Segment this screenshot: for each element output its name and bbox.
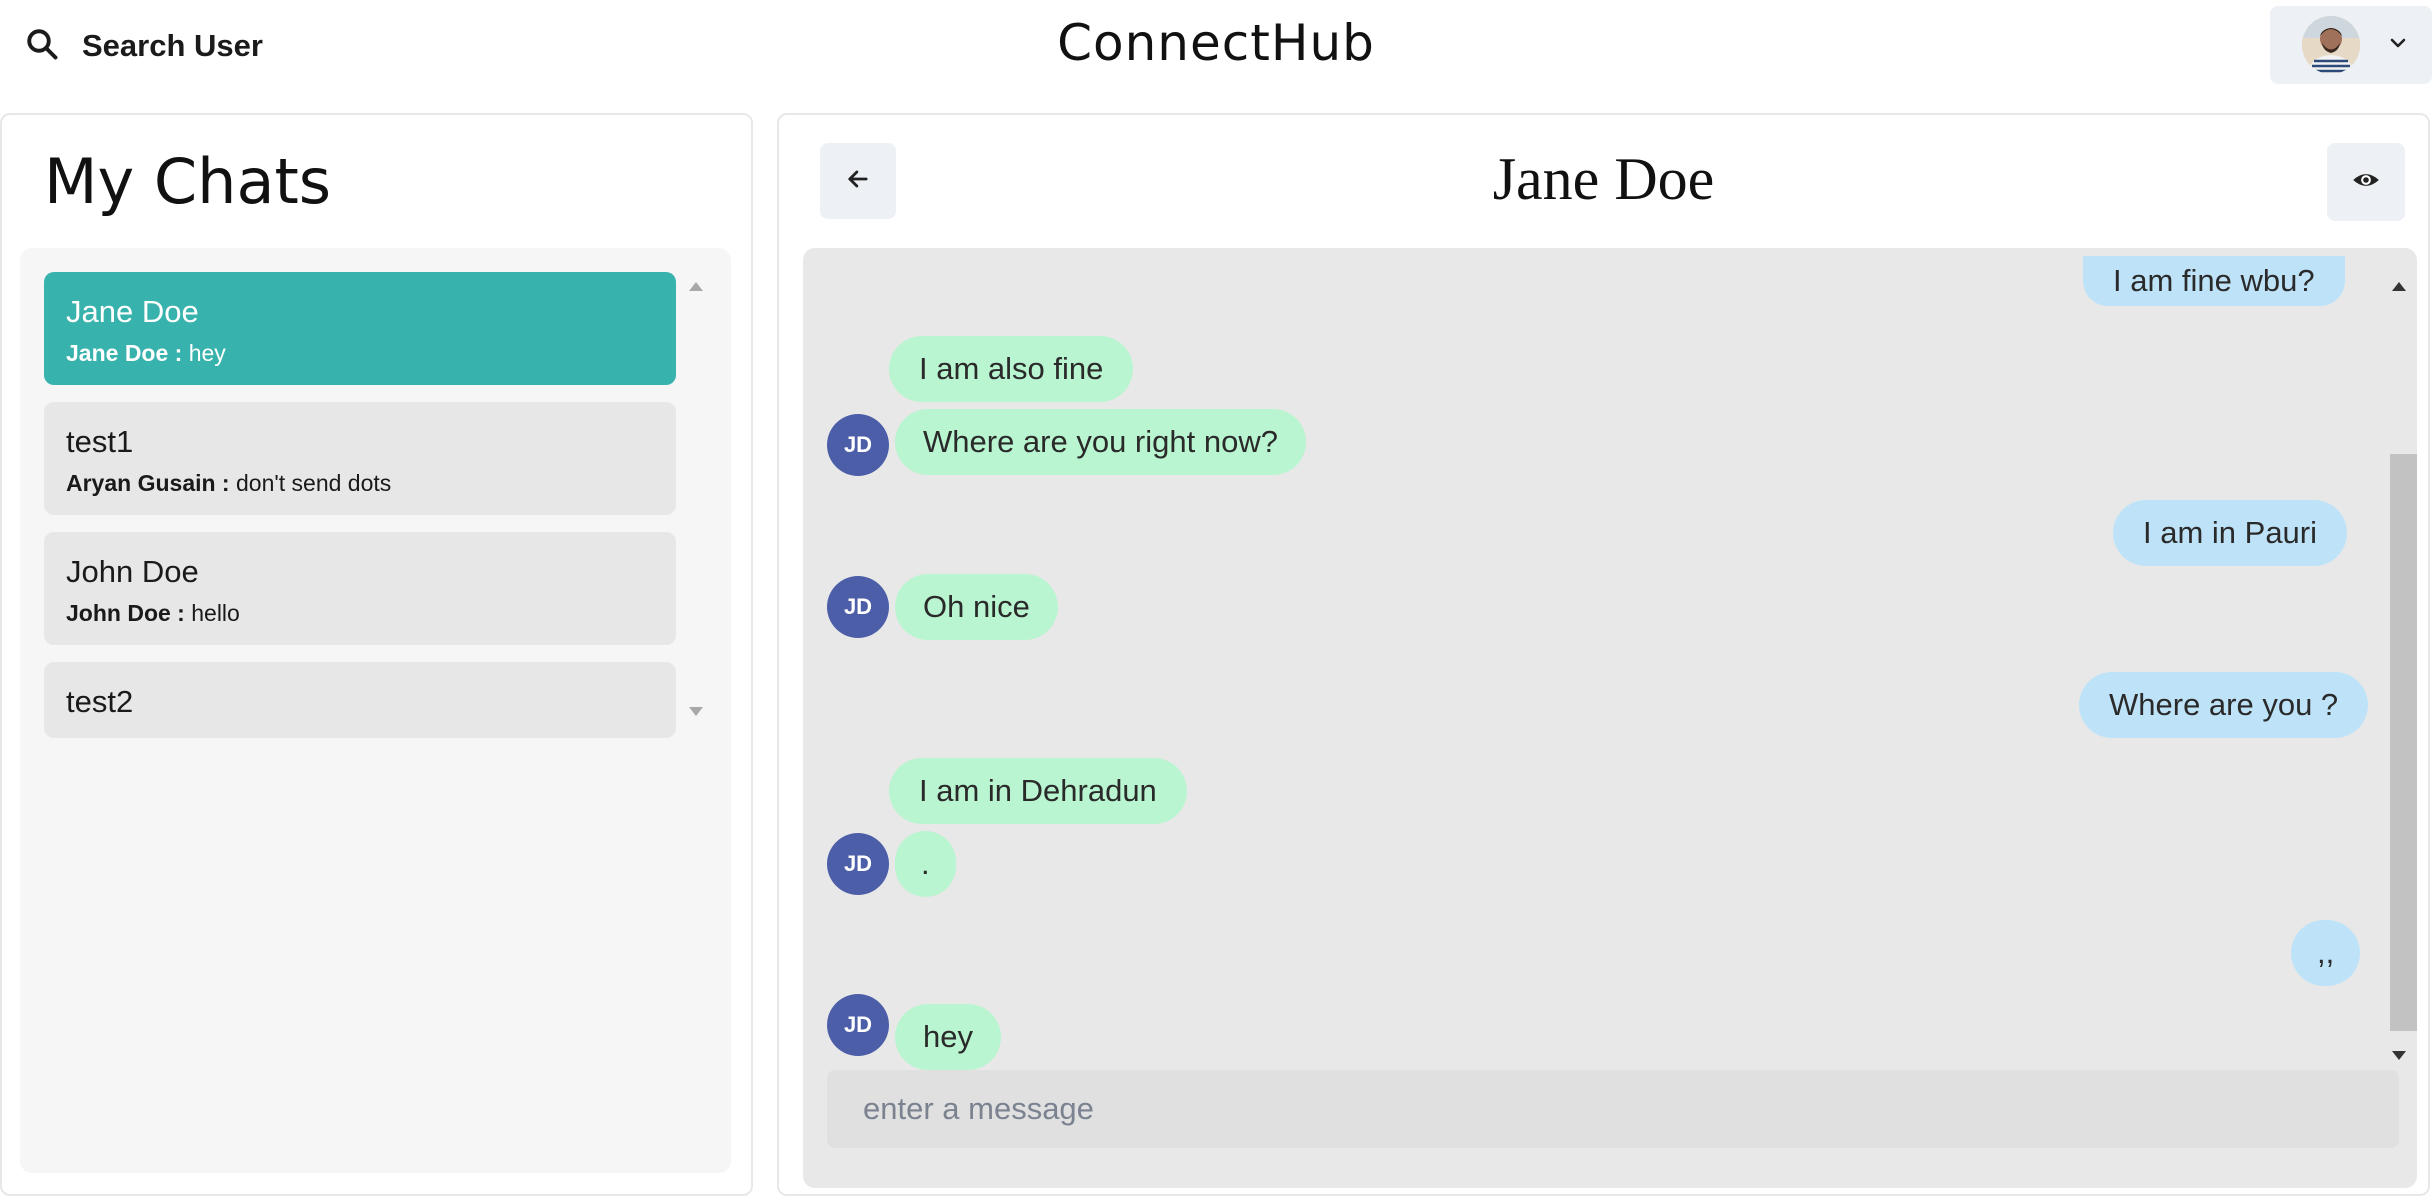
message-bubble-outgoing: Where are you ?: [2079, 672, 2369, 738]
scroll-down-arrow-icon[interactable]: [2392, 1051, 2406, 1060]
top-bar: Search User ConnectHub: [0, 0, 2432, 90]
chat-list: Jane Doe Jane Doe : hey test1 Aryan Gusa…: [44, 272, 676, 738]
message-bubble-incoming: .: [895, 831, 956, 897]
chat-latest-message: Aryan Gusain : don't send dots: [66, 470, 654, 497]
sender-avatar[interactable]: JD: [827, 994, 889, 1056]
chat-name: Jane Doe: [66, 294, 199, 329]
scroll-up-arrow-icon[interactable]: [2392, 282, 2406, 291]
scrollbar-thumb[interactable]: [2390, 454, 2417, 1031]
chat-item-test1[interactable]: test1 Aryan Gusain : don't send dots: [44, 402, 676, 515]
message-input[interactable]: [827, 1070, 2399, 1148]
message-bubble-incoming: Oh nice: [895, 574, 1058, 640]
chat-latest-text: don't send dots: [236, 470, 392, 496]
message-bubble-incoming: Where are you right now?: [895, 409, 1306, 475]
chat-name: test2: [66, 684, 134, 719]
view-profile-button[interactable]: [2327, 143, 2405, 221]
chevron-down-icon: [2386, 31, 2410, 60]
messages-area: I am fine wbu? I am also fine JD Where a…: [803, 248, 2417, 1188]
app-title: ConnectHub: [1057, 14, 1375, 72]
chat-latest-sender: Jane Doe :: [66, 340, 183, 366]
messages-scrollbar[interactable]: [2383, 272, 2417, 1068]
chat-item-test2[interactable]: test2: [44, 662, 676, 738]
chat-list-container: Jane Doe Jane Doe : hey test1 Aryan Gusa…: [20, 248, 731, 1173]
chat-item-jane-doe[interactable]: Jane Doe Jane Doe : hey: [44, 272, 676, 385]
chat-name: test1: [66, 424, 134, 459]
chat-item-john-doe[interactable]: John Doe John Doe : hello: [44, 532, 676, 645]
chat-latest-sender: John Doe :: [66, 600, 185, 626]
message-bubble-outgoing: I am in Pauri: [2113, 500, 2348, 566]
chat-name: John Doe: [66, 554, 199, 589]
message-bubble-incoming: hey: [895, 1004, 1001, 1070]
chat-latest-sender: Aryan Gusain :: [66, 470, 230, 496]
chat-latest-message: Jane Doe : hey: [66, 340, 654, 367]
conversation-panel: Jane Doe I am fine wbu? I am also fine J…: [777, 113, 2430, 1196]
conversation-title: Jane Doe: [1492, 146, 1715, 212]
chat-latest-text: hey: [188, 340, 226, 366]
scroll-up-arrow-icon[interactable]: [689, 282, 703, 291]
chat-latest-message: John Doe : hello: [66, 600, 654, 627]
message-bubble-incoming: I am in Dehradun: [889, 758, 1187, 824]
my-chats-title: My Chats: [44, 145, 332, 218]
message-bubble-outgoing: ,,: [2291, 920, 2361, 986]
my-chats-panel: My Chats Jane Doe Jane Doe : hey test1 A…: [0, 113, 753, 1196]
eye-icon: [2352, 166, 2380, 199]
message-bubble-incoming: I am also fine: [889, 336, 1134, 402]
scroll-down-arrow-icon[interactable]: [689, 707, 703, 716]
chat-list-scrollbar[interactable]: [680, 272, 710, 730]
chat-latest-text: hello: [191, 600, 240, 626]
sender-avatar[interactable]: JD: [827, 833, 889, 895]
user-avatar: [2302, 16, 2360, 74]
sender-avatar[interactable]: JD: [827, 414, 889, 476]
message-bubble-outgoing: I am fine wbu?: [2083, 256, 2345, 306]
sender-avatar[interactable]: JD: [827, 576, 889, 638]
profile-menu-button[interactable]: [2270, 6, 2432, 84]
